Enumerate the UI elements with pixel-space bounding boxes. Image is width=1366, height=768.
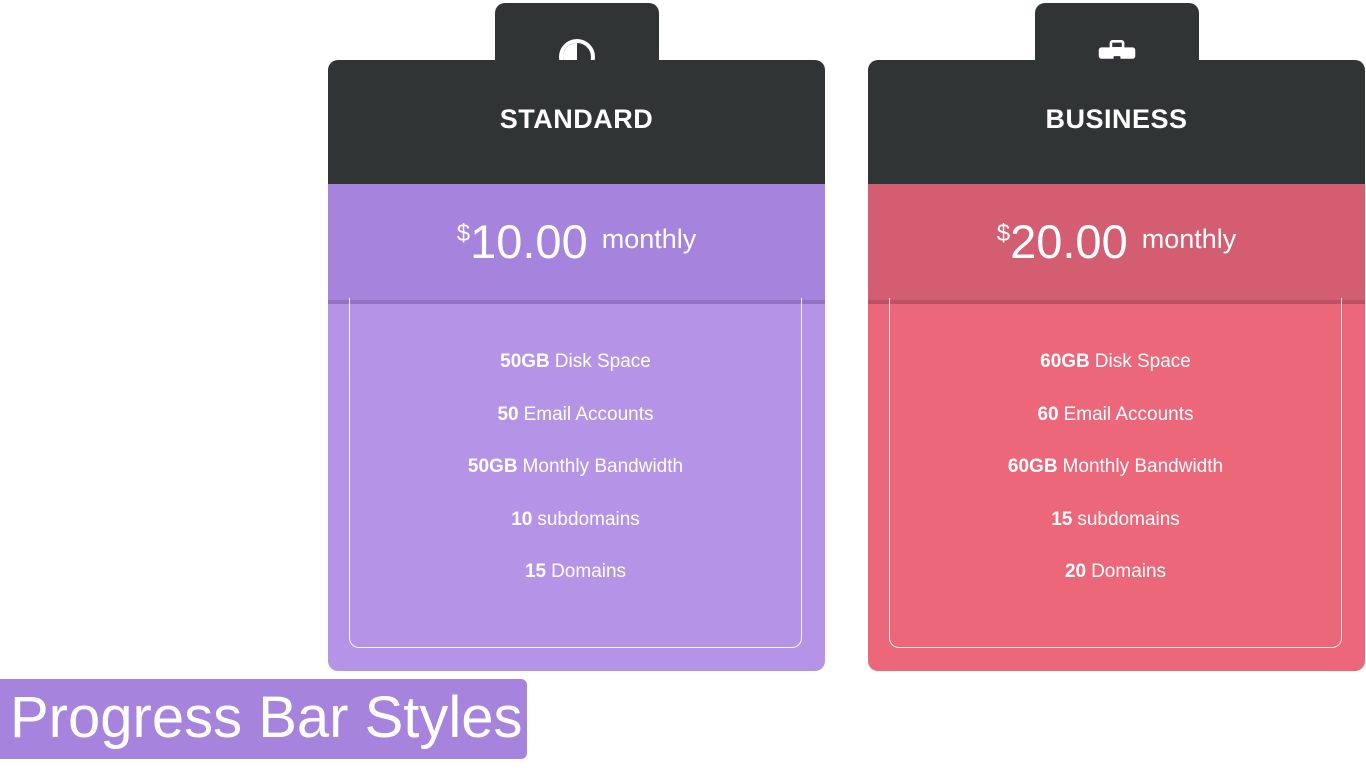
feature-value: 10 <box>511 508 533 530</box>
feature-value: 50 <box>497 403 519 425</box>
feature-label: Email Accounts <box>523 403 654 425</box>
price-currency: $ <box>996 220 1011 247</box>
card-body: 60GB Disk Space 60 Email Accounts 60GB Mont… <box>868 298 1365 671</box>
price-band: $10.00 monthly <box>328 184 825 304</box>
feature-label: Disk Space <box>1094 351 1191 372</box>
feature-label: Domains <box>1091 561 1167 582</box>
price-amount: 10.00 <box>470 215 588 268</box>
pricing-page: STANDARD $10.00 monthly 50GB Disk Space 50… <box>0 0 1366 768</box>
price-period: monthly <box>1141 224 1237 254</box>
feature-value: 60GB <box>1040 351 1090 372</box>
feature-item: 60 Email Accounts <box>890 403 1341 456</box>
feature-item: 15 subdomains <box>890 508 1341 561</box>
feature-value: 50GB <box>500 351 550 372</box>
feature-label: Disk Space <box>554 351 651 372</box>
feature-value: 15 <box>1051 508 1073 530</box>
price: $20.00 monthly <box>868 214 1365 269</box>
plan-name: STANDARD <box>499 104 654 134</box>
feature-value: 60 <box>1037 403 1059 425</box>
feature-value: 60GB <box>1007 456 1058 477</box>
feature-label: Domains <box>551 561 627 582</box>
card-header: BUSINESS <box>868 60 1365 184</box>
price-period: monthly <box>601 224 697 254</box>
feature-value: 20 <box>1064 561 1087 582</box>
feature-item: 50GB Monthly Bandwidth <box>350 455 801 508</box>
feature-label: Monthly Bandwidth <box>1062 456 1224 477</box>
feature-item: 15 Domains <box>350 560 801 613</box>
card-header: STANDARD <box>328 60 825 184</box>
feature-item: 50GB Disk Space <box>350 350 801 403</box>
feature-value: 50GB <box>467 456 518 477</box>
feature-item: 10 subdomains <box>350 508 801 561</box>
pricing-card-business[interactable]: BUSINESS $20.00 monthly 60GB Disk Space 60… <box>868 3 1365 671</box>
price: $10.00 monthly <box>328 214 825 269</box>
feature-value: 15 <box>524 561 547 582</box>
price-amount: 20.00 <box>1010 215 1128 268</box>
price-band: $20.00 monthly <box>868 184 1365 304</box>
caption-banner: Progress Bar Styles <box>0 679 527 759</box>
card-body: 50GB Disk Space 50 Email Accounts 50GB Mont… <box>328 298 825 671</box>
pricing-card-standard[interactable]: STANDARD $10.00 monthly 50GB Disk Space 50… <box>328 3 825 671</box>
feature-item: 50 Email Accounts <box>350 403 801 456</box>
feature-label: Email Accounts <box>1063 403 1194 425</box>
feature-list: 50GB Disk Space 50 Email Accounts 50GB Mont… <box>349 298 802 648</box>
feature-item: 20 Domains <box>890 560 1341 613</box>
feature-label: subdomains <box>537 508 640 530</box>
feature-label: Monthly Bandwidth <box>522 456 684 477</box>
plan-name: BUSINESS <box>1045 104 1188 134</box>
feature-list: 60GB Disk Space 60 Email Accounts 60GB Mont… <box>889 298 1342 648</box>
feature-label: subdomains <box>1077 508 1180 530</box>
feature-item: 60GB Monthly Bandwidth <box>890 455 1341 508</box>
price-currency: $ <box>456 220 471 247</box>
feature-item: 60GB Disk Space <box>890 350 1341 403</box>
